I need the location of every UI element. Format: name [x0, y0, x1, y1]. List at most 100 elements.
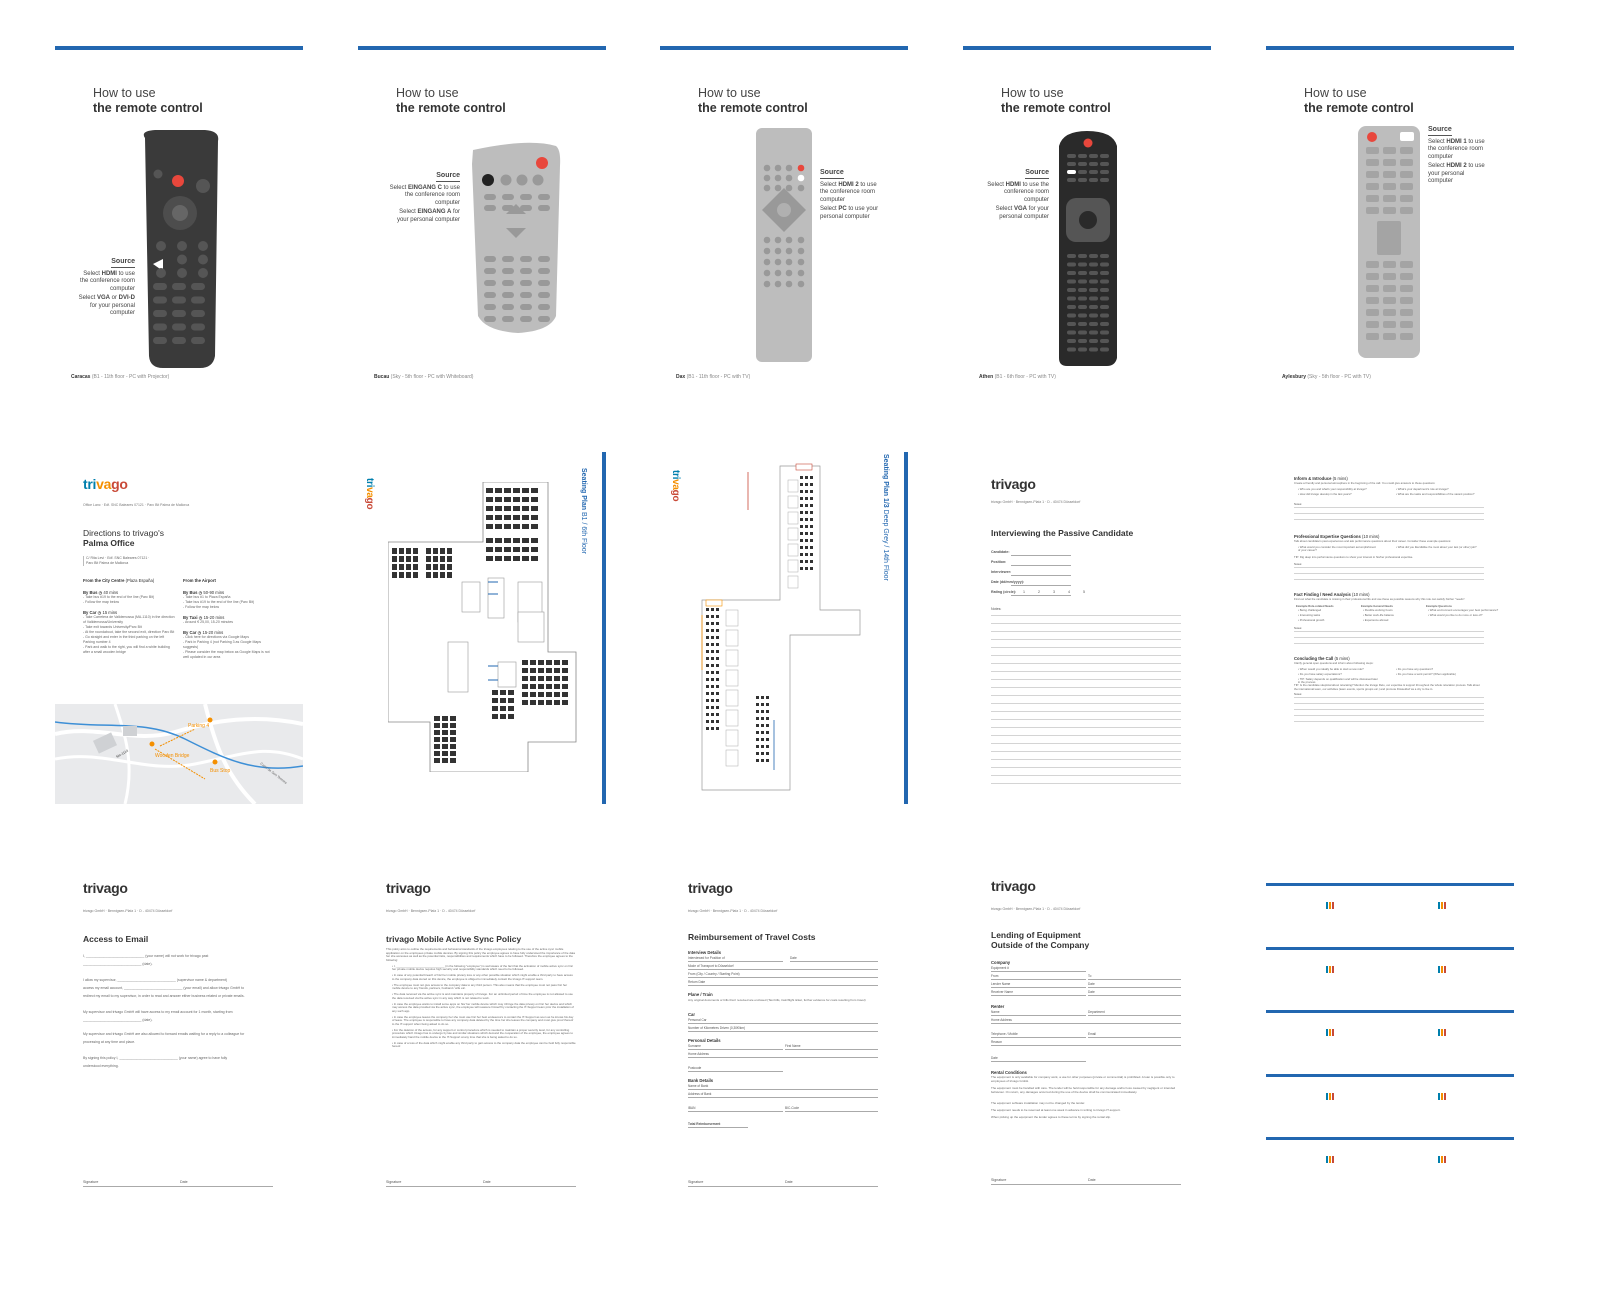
notes-line — [991, 687, 1181, 688]
form-field-line[interactable] — [688, 960, 783, 962]
remote-button — [1078, 330, 1087, 335]
form-field-line[interactable] — [790, 960, 878, 962]
form-field-line[interactable] — [785, 1048, 878, 1050]
remote-button — [1400, 183, 1413, 190]
form-field-line[interactable] — [688, 1056, 878, 1058]
step-text: Follow the map below — [185, 605, 219, 609]
form-field-line[interactable] — [1088, 986, 1181, 988]
form-field-line[interactable] — [991, 986, 1086, 988]
form-field-line[interactable] — [991, 1014, 1086, 1016]
bullet-text: When would you ideally be able to start … — [1299, 667, 1364, 671]
rating-option[interactable]: 3 — [1053, 590, 1055, 594]
notes-line — [991, 711, 1181, 712]
desk — [716, 699, 719, 702]
remote-button — [1100, 288, 1109, 292]
remote-button — [763, 236, 771, 244]
bullet-text: Flexible working hours — [1364, 608, 1393, 612]
desk — [562, 676, 568, 681]
source-heading: Source — [820, 169, 844, 179]
company-address: trivago GmbH · Bennigsen-Platz 1 · D - 4… — [386, 909, 476, 913]
remote-button — [1400, 321, 1413, 328]
form-field-line[interactable] — [991, 1044, 1181, 1046]
dpad-ok — [172, 205, 188, 221]
form-field-line[interactable] — [688, 1070, 783, 1072]
form-field-line[interactable] — [688, 1110, 783, 1112]
remote-button — [785, 164, 793, 172]
desk — [766, 738, 769, 741]
form-field-line[interactable] — [688, 1048, 783, 1050]
desk — [800, 539, 803, 542]
total-line[interactable] — [688, 1126, 748, 1128]
form-field-line[interactable] — [1088, 1036, 1181, 1038]
bullet-text: Being challenged — [1299, 608, 1322, 612]
desk — [706, 720, 709, 723]
form-field-label: Number of Kilometres Driven (0,30€/km) — [688, 1026, 746, 1030]
desk — [706, 671, 709, 674]
desk — [538, 668, 544, 673]
rating-option[interactable]: 1 — [1023, 590, 1025, 594]
desk — [800, 497, 803, 500]
remote-button — [1366, 183, 1379, 190]
form-field-line[interactable] — [1088, 994, 1181, 996]
interview-field-label: Interviewer: — [991, 570, 1012, 574]
form-field-line[interactable] — [688, 1022, 878, 1024]
sync-policy-page: trivago trivago GmbH · Bennigsen-Platz 1… — [358, 872, 606, 1202]
desk — [716, 713, 719, 716]
form-text-line: understood everything. — [83, 1064, 119, 1068]
rating-option[interactable]: 4 — [1068, 590, 1070, 594]
form-field-line[interactable] — [991, 978, 1086, 980]
desk — [513, 538, 520, 543]
direction-block: By Car ◷ 15-20 mins - Click here for dire… — [183, 630, 275, 660]
policy-clause: • For the deletion of the access, for an… — [392, 1027, 573, 1039]
remote-button — [538, 268, 550, 274]
guide-bullet: • Who are you and what's your responsibi… — [1298, 487, 1367, 491]
form-field-line[interactable] — [688, 1088, 878, 1090]
remote-button — [502, 292, 514, 298]
source-line-2: Select HDMI 2 to use your personal compu… — [1428, 163, 1488, 186]
rating-option[interactable]: 5 — [1083, 590, 1085, 594]
remote-button — [153, 296, 167, 304]
desk — [442, 737, 448, 742]
logo-bar — [1444, 965, 1446, 973]
blue-strip — [1266, 1073, 1514, 1077]
desk — [433, 564, 438, 570]
notes-line — [1294, 631, 1484, 632]
desk — [433, 572, 438, 578]
desk — [706, 727, 709, 730]
signature-line[interactable] — [991, 1184, 1181, 1185]
form-field-line[interactable] — [1088, 1014, 1181, 1016]
desk — [450, 737, 456, 742]
form-field-line[interactable] — [991, 1036, 1086, 1038]
form-field-line[interactable] — [688, 984, 878, 986]
form-field-line[interactable] — [991, 994, 1086, 996]
signature-line[interactable] — [688, 1186, 878, 1187]
trivago-logo-vertical: trivago — [364, 478, 375, 510]
logo-bar — [1329, 1092, 1331, 1100]
form-field-line[interactable] — [688, 1030, 878, 1032]
desk — [546, 668, 552, 673]
notes-line — [991, 615, 1181, 616]
desk — [756, 731, 759, 734]
desk — [562, 660, 568, 665]
form-field-line[interactable] — [785, 1110, 878, 1112]
remote-button — [1100, 305, 1109, 309]
form-field-line[interactable] — [991, 1060, 1086, 1062]
notes-line — [991, 751, 1181, 752]
desk — [504, 497, 511, 502]
desk — [805, 497, 808, 500]
source-instructions: Source Select EINGANG C to use the confer… — [386, 172, 460, 224]
form-field-label: Home Address — [688, 1052, 709, 1056]
form-field-line[interactable] — [688, 976, 878, 978]
form-field-line[interactable] — [688, 968, 878, 970]
form-field-line[interactable] — [688, 1096, 878, 1098]
from-city-heading: From the City Centre (Plaza España) — [83, 578, 155, 583]
desk — [450, 723, 456, 728]
form-field-line[interactable] — [1088, 978, 1181, 980]
rating-option[interactable]: 2 — [1038, 590, 1040, 594]
policy-text: The data received via the active sync is… — [392, 992, 573, 1000]
form-field-line[interactable] — [991, 1022, 1181, 1024]
form-field-line[interactable] — [991, 970, 1086, 972]
desk — [706, 699, 709, 702]
blue-strip — [1266, 1137, 1514, 1140]
logo-bar — [1329, 1029, 1331, 1036]
